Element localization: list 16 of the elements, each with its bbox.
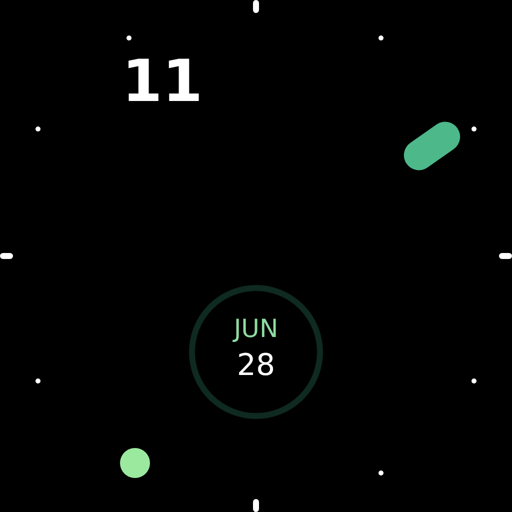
tick-dot [472, 126, 476, 132]
hour-text: 11 [122, 52, 203, 110]
tick-mark [253, 0, 259, 13]
tick-dot [36, 378, 40, 384]
tick-mark [499, 253, 512, 259]
hand-pill-icon [404, 122, 460, 170]
day-text: 28 [236, 347, 276, 385]
tick-dot [472, 378, 476, 384]
tick-mark [253, 499, 259, 512]
tick-dot [36, 126, 40, 132]
hand-dot-icon [120, 448, 150, 478]
tick-mark [0, 253, 13, 259]
month-text: JUN [234, 313, 278, 345]
tick-dot [126, 36, 132, 40]
tick-dot [378, 36, 384, 40]
tick-dot [378, 470, 384, 476]
